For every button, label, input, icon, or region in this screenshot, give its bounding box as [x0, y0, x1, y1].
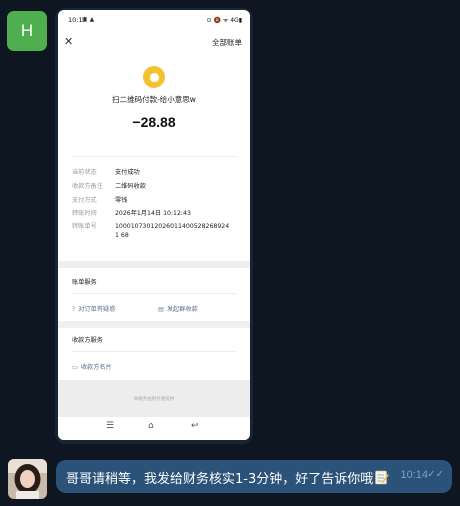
back-icon: ↩ — [191, 421, 199, 431]
sender-avatar[interactable]: H — [7, 11, 47, 51]
memo-emoji-icon — [375, 470, 390, 485]
divider — [72, 156, 236, 157]
section-gap — [58, 261, 250, 268]
detail-label: 当前状态 — [72, 169, 97, 176]
notification-icons: ▣ ▲ — [82, 16, 95, 23]
bill-service-title: 账单服务 — [72, 279, 97, 286]
detail-label: 支付方式 — [72, 197, 97, 204]
detail-value: 100010730120260114005282689241 68 — [115, 223, 230, 239]
divider — [72, 351, 236, 352]
card-icon: ▭ — [72, 364, 78, 371]
message-text: 哥哥请稍等，我发给财务核实1-3分钟，好了告诉你哦 — [66, 468, 390, 487]
payee-card-link: ▭ 收款方名片 — [72, 364, 112, 371]
receipt-screenshot[interactable]: 10:12 ▣ ▲ ⊙ 🔕 ᯤ 4G▮ ✕ 全部账单 扫二维码付款-给小意思w … — [58, 10, 250, 440]
footer-note: 本服务由财付通提供 — [58, 380, 250, 417]
coin-icon — [143, 66, 165, 88]
message-time: 10:14 — [400, 469, 428, 481]
detail-label: 转账时间 — [72, 210, 97, 217]
phone-status-bar: 10:12 ▣ ▲ ⊙ 🔕 ᯤ 4G▮ — [58, 10, 250, 30]
detail-value: 二维码收款 — [115, 183, 146, 190]
detail-value: 2026年1月14日 10:12:43 — [115, 210, 191, 217]
all-bills-link: 全部账单 — [212, 38, 242, 47]
read-check-icon: ✓✓ — [427, 469, 444, 480]
help-circle-icon: ? — [72, 306, 76, 313]
status-right-icons: ⊙ 🔕 ᯤ 4G▮ — [206, 17, 242, 24]
phone-nav-bar: ☰ ⌂ ↩ — [58, 417, 250, 440]
divider — [72, 293, 236, 294]
detail-value: 零钱 — [115, 197, 128, 204]
avatar-photo — [8, 459, 47, 499]
group-receipt-link: ▤ 发起群收款 — [158, 306, 198, 313]
detail-value: 支付成功 — [115, 169, 140, 176]
detail-label: 收款方备注 — [72, 183, 103, 190]
menu-icon: ☰ — [106, 421, 115, 431]
order-question-link: ? 对订单有疑惑 — [72, 306, 116, 313]
section-gap — [58, 321, 250, 328]
receipt-icon: ▤ — [158, 306, 164, 313]
detail-label: 转账单号 — [72, 223, 97, 230]
outgoing-message[interactable]: 哥哥请稍等，我发给财务核实1-3分钟，好了告诉你哦 10:14 ✓✓ — [56, 460, 452, 493]
payee-service-title: 收款方服务 — [72, 337, 103, 344]
amount: −28.88 — [132, 114, 176, 130]
home-icon: ⌂ — [148, 421, 154, 431]
user-avatar[interactable] — [8, 459, 47, 499]
payee-title: 扫二维码付款-给小意思w — [112, 95, 196, 104]
close-icon: ✕ — [64, 35, 74, 48]
